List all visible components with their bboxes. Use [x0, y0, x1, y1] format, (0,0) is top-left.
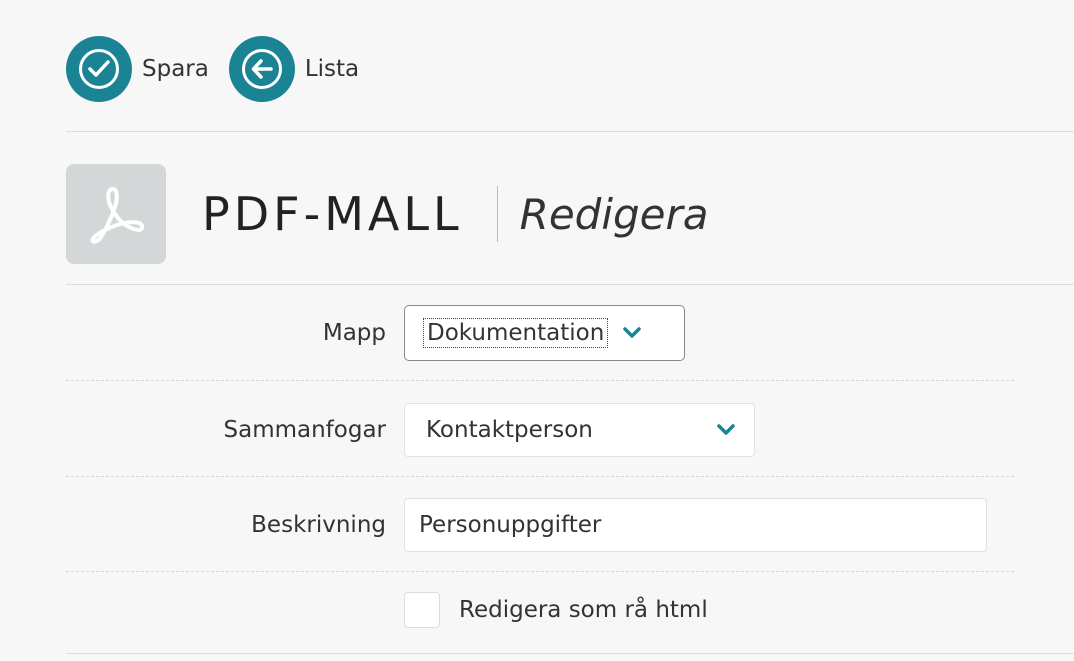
raw-html-checkbox[interactable]	[404, 592, 440, 628]
merge-select[interactable]: Kontaktperson	[404, 403, 755, 457]
page-title: PDF-MALL	[202, 187, 463, 241]
chevron-down-icon	[716, 423, 736, 437]
page-header: PDF-MALL Redigera	[66, 164, 709, 264]
save-icon	[66, 36, 132, 102]
merge-label: Sammanfogar	[223, 417, 387, 443]
toolbar-divider	[66, 131, 1074, 132]
raw-html-row: Redigera som rå html	[66, 591, 1014, 629]
title-divider	[496, 186, 498, 242]
raw-html-label[interactable]: Redigera som rå html	[459, 597, 708, 623]
description-row: Beskrivning Personuppgifter	[66, 498, 1014, 552]
row-divider	[66, 380, 1014, 381]
toolbar: Spara Lista	[66, 36, 379, 102]
save-button[interactable]: Spara	[66, 36, 209, 102]
merge-select-value: Kontaktperson	[426, 417, 593, 443]
folder-select[interactable]: Dokumentation	[404, 305, 685, 361]
bottom-divider	[66, 653, 1074, 654]
header-divider	[66, 284, 1074, 285]
row-divider	[66, 571, 1014, 572]
chevron-down-icon	[622, 326, 642, 340]
merge-row: Sammanfogar Kontaktperson	[66, 403, 1014, 457]
save-label: Spara	[142, 56, 209, 82]
description-label: Beskrivning	[251, 512, 386, 538]
folder-row: Mapp Dokumentation	[66, 305, 1014, 361]
list-button[interactable]: Lista	[228, 36, 360, 102]
pdf-icon	[66, 164, 166, 264]
folder-select-value: Dokumentation	[423, 318, 609, 348]
list-label: Lista	[304, 56, 360, 82]
row-divider	[66, 476, 1014, 477]
page-subtitle: Redigera	[519, 189, 709, 239]
folder-label: Mapp	[322, 320, 386, 346]
arrow-left-icon	[228, 36, 295, 102]
description-input[interactable]: Personuppgifter	[404, 498, 987, 552]
